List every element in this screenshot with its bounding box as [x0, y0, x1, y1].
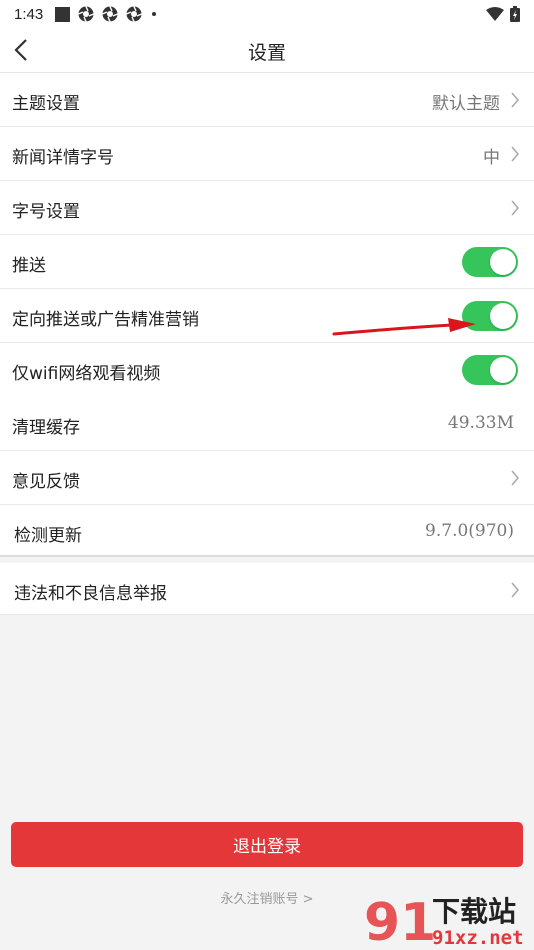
chevron-right-icon: [511, 470, 520, 486]
toggle-knob: [490, 303, 516, 329]
setting-clear-cache[interactable]: 清理缓存 49.33M: [0, 397, 534, 451]
settings-group-report: 违法和不良信息举报: [0, 563, 534, 615]
settings-group-app: 清理缓存 49.33M 意见反馈 检测更新 9.7.0(970): [0, 397, 534, 557]
status-bar: 1:43: [0, 0, 534, 28]
setting-value: 中: [483, 148, 500, 168]
setting-font-size[interactable]: 字号设置: [0, 181, 534, 235]
wifi-icon: [486, 7, 504, 21]
toggle-knob: [490, 249, 516, 275]
more-notifications-dot-icon: [152, 12, 157, 16]
watermark-number: 91: [364, 893, 436, 950]
setting-label: 检测更新: [14, 526, 82, 546]
setting-label: 推送: [12, 256, 46, 276]
setting-label: 违法和不良信息举报: [14, 584, 167, 604]
setting-value: 默认主题: [432, 94, 500, 114]
chevron-right-icon: [511, 582, 520, 598]
setting-label: 主题设置: [12, 94, 80, 114]
cache-size-value: 49.33M: [447, 413, 514, 433]
notification-square-icon: [55, 6, 71, 22]
setting-feedback[interactable]: 意见反馈: [0, 451, 534, 505]
setting-label: 新闻详情字号: [12, 148, 114, 168]
setting-label: 清理缓存: [12, 418, 80, 438]
setting-wifi-video: 仅wifi网络观看视频: [0, 343, 534, 397]
section-divider: [0, 555, 534, 557]
wifi-video-toggle[interactable]: [462, 355, 518, 385]
setting-news-font-size[interactable]: 新闻详情字号 中: [0, 127, 534, 181]
setting-report[interactable]: 违法和不良信息举报: [0, 563, 534, 615]
setting-check-update[interactable]: 检测更新 9.7.0(970): [0, 505, 534, 555]
battery-icon: [510, 6, 520, 22]
notification-aperture-icon: [126, 6, 142, 22]
settings-group-display: 主题设置 默认主题 新闻详情字号 中 字号设置 推送 定向推送或广告精准营销 仅…: [0, 73, 534, 399]
chevron-right-icon: [511, 92, 520, 108]
watermark-url: 91xz.net: [432, 927, 524, 949]
setting-label: 仅wifi网络观看视频: [12, 364, 161, 384]
setting-label: 定向推送或广告精准营销: [12, 310, 199, 330]
setting-theme[interactable]: 主题设置 默认主题: [0, 73, 534, 127]
status-time: 1:43: [14, 5, 44, 23]
notification-aperture-icon: [78, 6, 94, 22]
setting-label: 意见反馈: [12, 472, 80, 492]
toggle-knob: [490, 357, 516, 383]
watermark-logo: 91 下载站 91xz.net: [364, 893, 524, 950]
annotation-arrow-icon: [332, 318, 476, 336]
watermark-title: 下载站: [432, 895, 516, 928]
notification-aperture-icon: [102, 6, 118, 22]
page-title: 设置: [247, 42, 286, 64]
push-toggle[interactable]: [462, 247, 518, 277]
logout-button[interactable]: 退出登录: [11, 822, 523, 867]
nav-bar: 设置: [0, 28, 534, 73]
chevron-right-icon: [511, 200, 520, 216]
setting-push: 推送: [0, 235, 534, 289]
version-value: 9.7.0(970): [425, 521, 514, 541]
setting-label: 字号设置: [12, 202, 80, 222]
chevron-right-icon: [511, 146, 520, 162]
